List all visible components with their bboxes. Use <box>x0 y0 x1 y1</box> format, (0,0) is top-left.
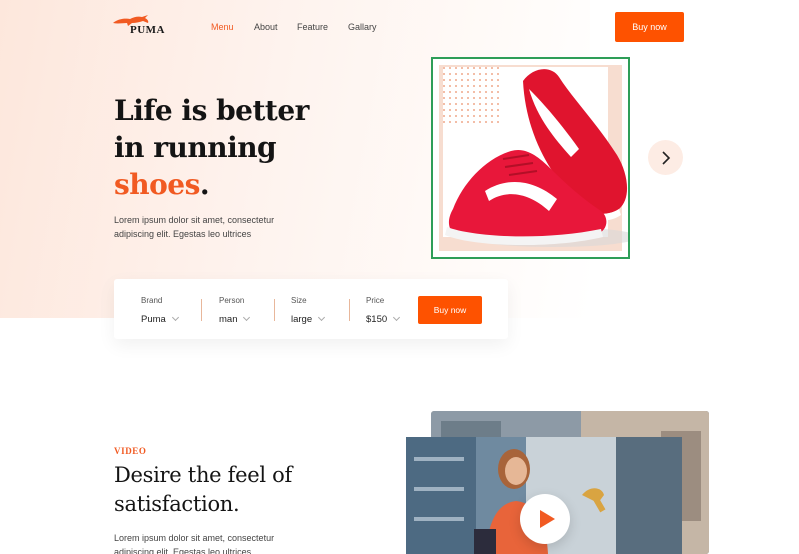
hero-title-line3: shoes. <box>114 168 210 201</box>
hero-title-line2: in running <box>114 131 277 164</box>
chevron-down-icon <box>393 313 401 322</box>
price-select[interactable]: $150 <box>366 313 401 325</box>
person-label: Person <box>219 296 245 305</box>
nav-gallary[interactable]: Gallary <box>348 22 377 32</box>
size-value: large <box>291 314 313 325</box>
section-title-line1: Desire the feel of <box>114 463 293 487</box>
price-label: Price <box>366 296 385 305</box>
section-eyebrow: VIDEO <box>114 446 147 456</box>
chevron-down-icon <box>318 313 326 322</box>
section-description-line1: Lorem ipsum dolor sit amet, consectetur <box>114 533 275 543</box>
person-select[interactable]: man <box>219 313 251 325</box>
next-slide-button[interactable] <box>648 140 683 175</box>
filter-divider <box>349 299 350 321</box>
filter-divider <box>274 299 275 321</box>
brand-label: Brand <box>141 296 163 305</box>
hero-description-line2: adipiscing elit. Egestas leo ultrices <box>114 229 252 239</box>
size-label: Size <box>291 296 307 305</box>
section-description-line2: adipiscing elit. Egestas leo ultrices <box>114 547 252 554</box>
filter-buy-now-button[interactable]: Buy now <box>418 296 482 324</box>
nav-feature[interactable]: Feature <box>297 22 328 32</box>
price-value: $150 <box>366 314 388 325</box>
chevron-down-icon <box>171 313 179 322</box>
section-title-line2: satisfaction. <box>114 492 240 516</box>
nav-menu[interactable]: Menu <box>211 22 234 32</box>
brand-select[interactable]: Puma <box>141 313 179 325</box>
hero-description-line1: Lorem ipsum dolor sit amet, consectetur <box>114 215 275 225</box>
play-video-button[interactable] <box>520 494 570 544</box>
size-select[interactable]: large <box>291 313 326 325</box>
red-sneakers-icon <box>445 69 628 247</box>
hero-shoe-image <box>431 57 630 259</box>
header-buy-now-button[interactable]: Buy now <box>615 12 684 42</box>
logo[interactable]: PUMA <box>112 14 172 38</box>
chevron-down-icon <box>243 313 251 322</box>
person-value: man <box>219 314 238 325</box>
brand-value: Puma <box>141 314 166 325</box>
filter-divider <box>201 299 202 321</box>
chevron-right-icon <box>661 150 670 165</box>
hero-title-line1: Life is better <box>114 94 309 127</box>
hero-title-period: . <box>199 168 210 201</box>
play-icon <box>539 510 555 528</box>
nav-about[interactable]: About <box>254 22 278 32</box>
hero-title-accent: shoes <box>114 168 200 201</box>
logo-text: PUMA <box>130 24 165 36</box>
